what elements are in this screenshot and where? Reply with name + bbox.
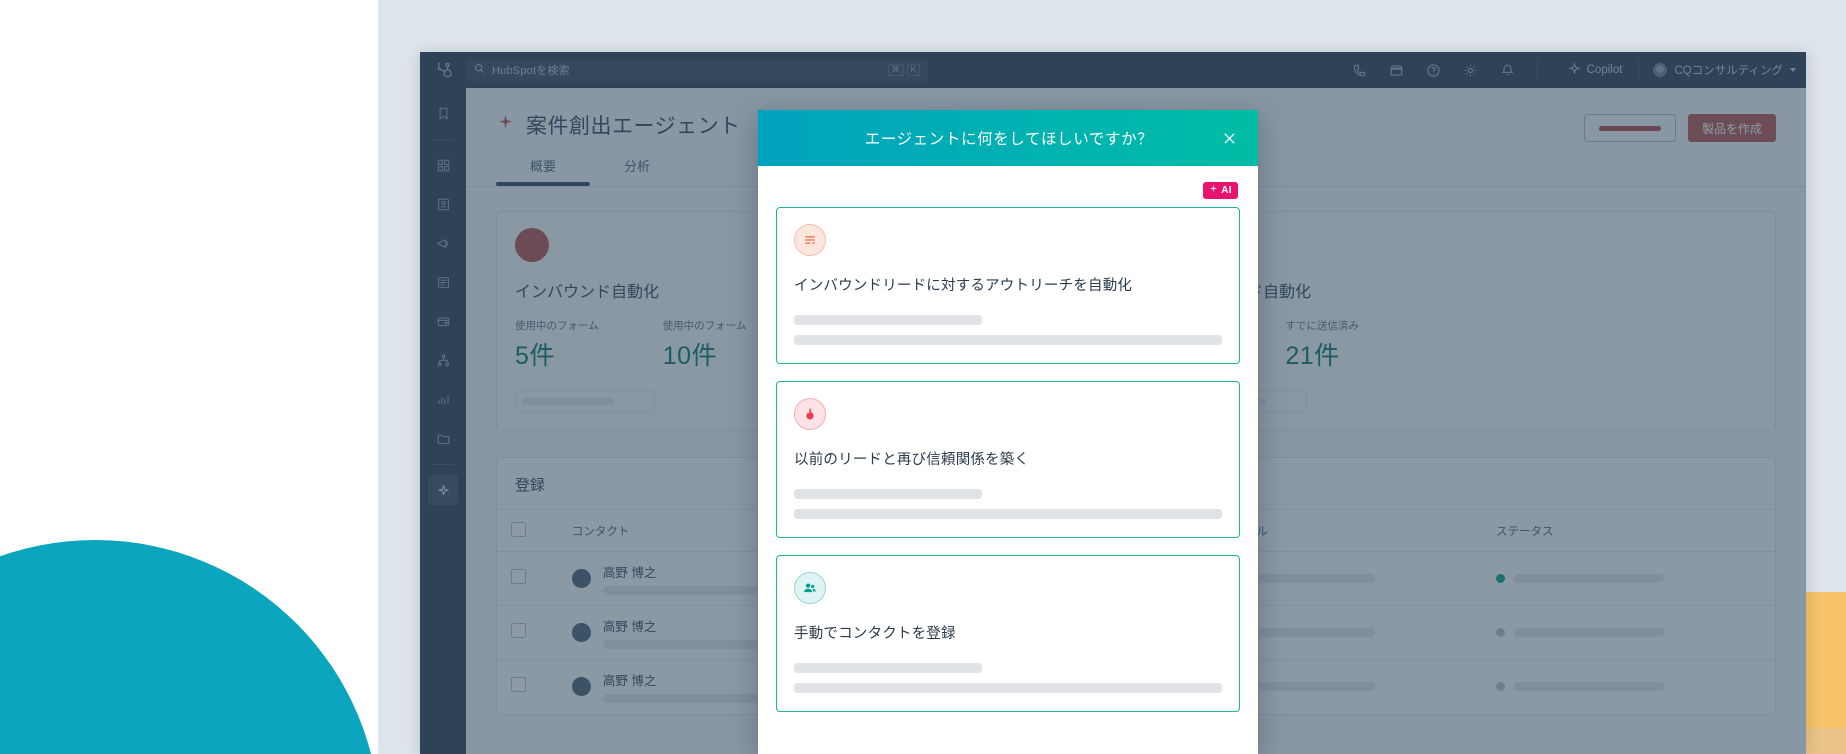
agent-task-modal: エージェントに何をしてほしいですか？ AI インバウンドリードに対するアウトリー… (758, 110, 1258, 754)
modal-title: エージェントに何をしてほしいですか？ (864, 131, 1154, 148)
option-title: 手動でコンタクトを登録 (794, 626, 956, 642)
sparkle-icon (1209, 184, 1218, 196)
option-title: 以前のリードと再び信頼関係を築く (794, 452, 1030, 468)
form-lines-icon (794, 224, 826, 256)
option-card-reengage-leads[interactable]: 以前のリードと再び信頼関係を築く (776, 381, 1240, 538)
option-title: インバウンドリードに対するアウトリーチを自動化 (794, 278, 1133, 294)
ai-badge-label: AI (1221, 184, 1232, 196)
modal-body: AI インバウンドリードに対するアウトリーチを自動化 以前のリードと再び信頼関係… (758, 166, 1258, 754)
decor-teal-circle (0, 540, 380, 754)
option-desc-placeholder-1 (794, 315, 982, 325)
flame-icon (794, 398, 826, 430)
contacts-people-icon (794, 572, 826, 604)
ai-badge-row: AI (776, 176, 1240, 207)
option-desc-placeholder-1 (794, 489, 982, 499)
option-card-automate-outreach[interactable]: インバウンドリードに対するアウトリーチを自動化 (776, 207, 1240, 364)
option-desc-placeholder-2 (794, 509, 1222, 519)
option-card-manual-contacts[interactable]: 手動でコンタクトを登録 (776, 555, 1240, 712)
option-desc-placeholder-2 (794, 335, 1222, 345)
ai-badge: AI (1203, 182, 1238, 199)
screenshot-stage: HubSpotを検索 ⌘ K (0, 0, 1846, 754)
option-desc-placeholder-2 (794, 683, 1222, 693)
close-icon[interactable] (1216, 125, 1242, 151)
modal-header: エージェントに何をしてほしいですか？ (758, 110, 1258, 166)
option-desc-placeholder-1 (794, 663, 982, 673)
